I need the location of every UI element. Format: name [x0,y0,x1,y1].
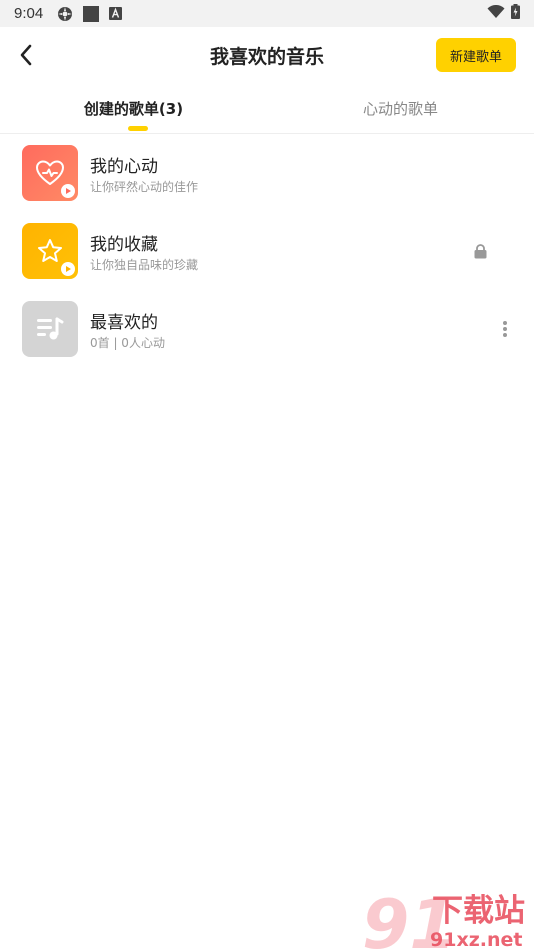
playlist-title: 我的收藏 [90,235,158,255]
tab-liked-playlists[interactable]: 心动的歌单 [267,86,534,130]
new-playlist-button[interactable]: 新建歌单 [436,38,516,72]
page-title: 我喜欢的音乐 [209,45,324,68]
more-vertical-icon[interactable] [497,314,513,344]
watermark-text-site: 91xz.net [430,929,522,950]
wifi-icon [487,4,505,23]
playlist-cover [22,145,78,201]
chevron-left-icon [20,44,32,66]
tab-indicator [128,126,148,131]
app-header: 我喜欢的音乐 新建歌单 [0,27,534,83]
status-time: 9:04 [14,5,44,22]
playlist-cover [22,301,78,357]
playlist-title: 最喜欢的 [90,313,158,333]
watermark: 91 下载站 91xz.net [362,886,534,950]
watermark-text-main: 下载站 [432,893,525,929]
play-icon[interactable] [61,262,75,276]
playlist-tabs: 创建的歌单(3) 心动的歌单 [0,86,534,134]
lock-icon [474,244,487,263]
playlist-subtitle: 让你独自品味的珍藏 [90,258,199,272]
star-icon [38,239,62,262]
list-item[interactable]: 最喜欢的 0首 | 0人心动 [0,290,534,368]
music-list-icon [37,317,64,340]
playlist-cover [22,223,78,279]
play-icon[interactable] [61,184,75,198]
tab-created-playlists[interactable]: 创建的歌单(3) [0,86,267,130]
heart-pulse-icon [36,160,64,185]
playlist-subtitle: 让你砰然心动的佳作 [90,180,199,194]
square-icon [83,5,100,22]
list-item[interactable]: 我的心动 让你砰然心动的佳作 [0,134,534,212]
settings-icon [57,6,73,22]
status-bar: 9:04 [0,0,534,27]
playlist-title: 我的心动 [90,157,158,177]
list-item[interactable]: 我的收藏 让你独自品味的珍藏 [0,212,534,290]
back-button[interactable] [14,41,38,69]
battery-icon [511,4,520,23]
a-icon [109,7,123,20]
playlist-subtitle: 0首 | 0人心动 [90,336,165,350]
